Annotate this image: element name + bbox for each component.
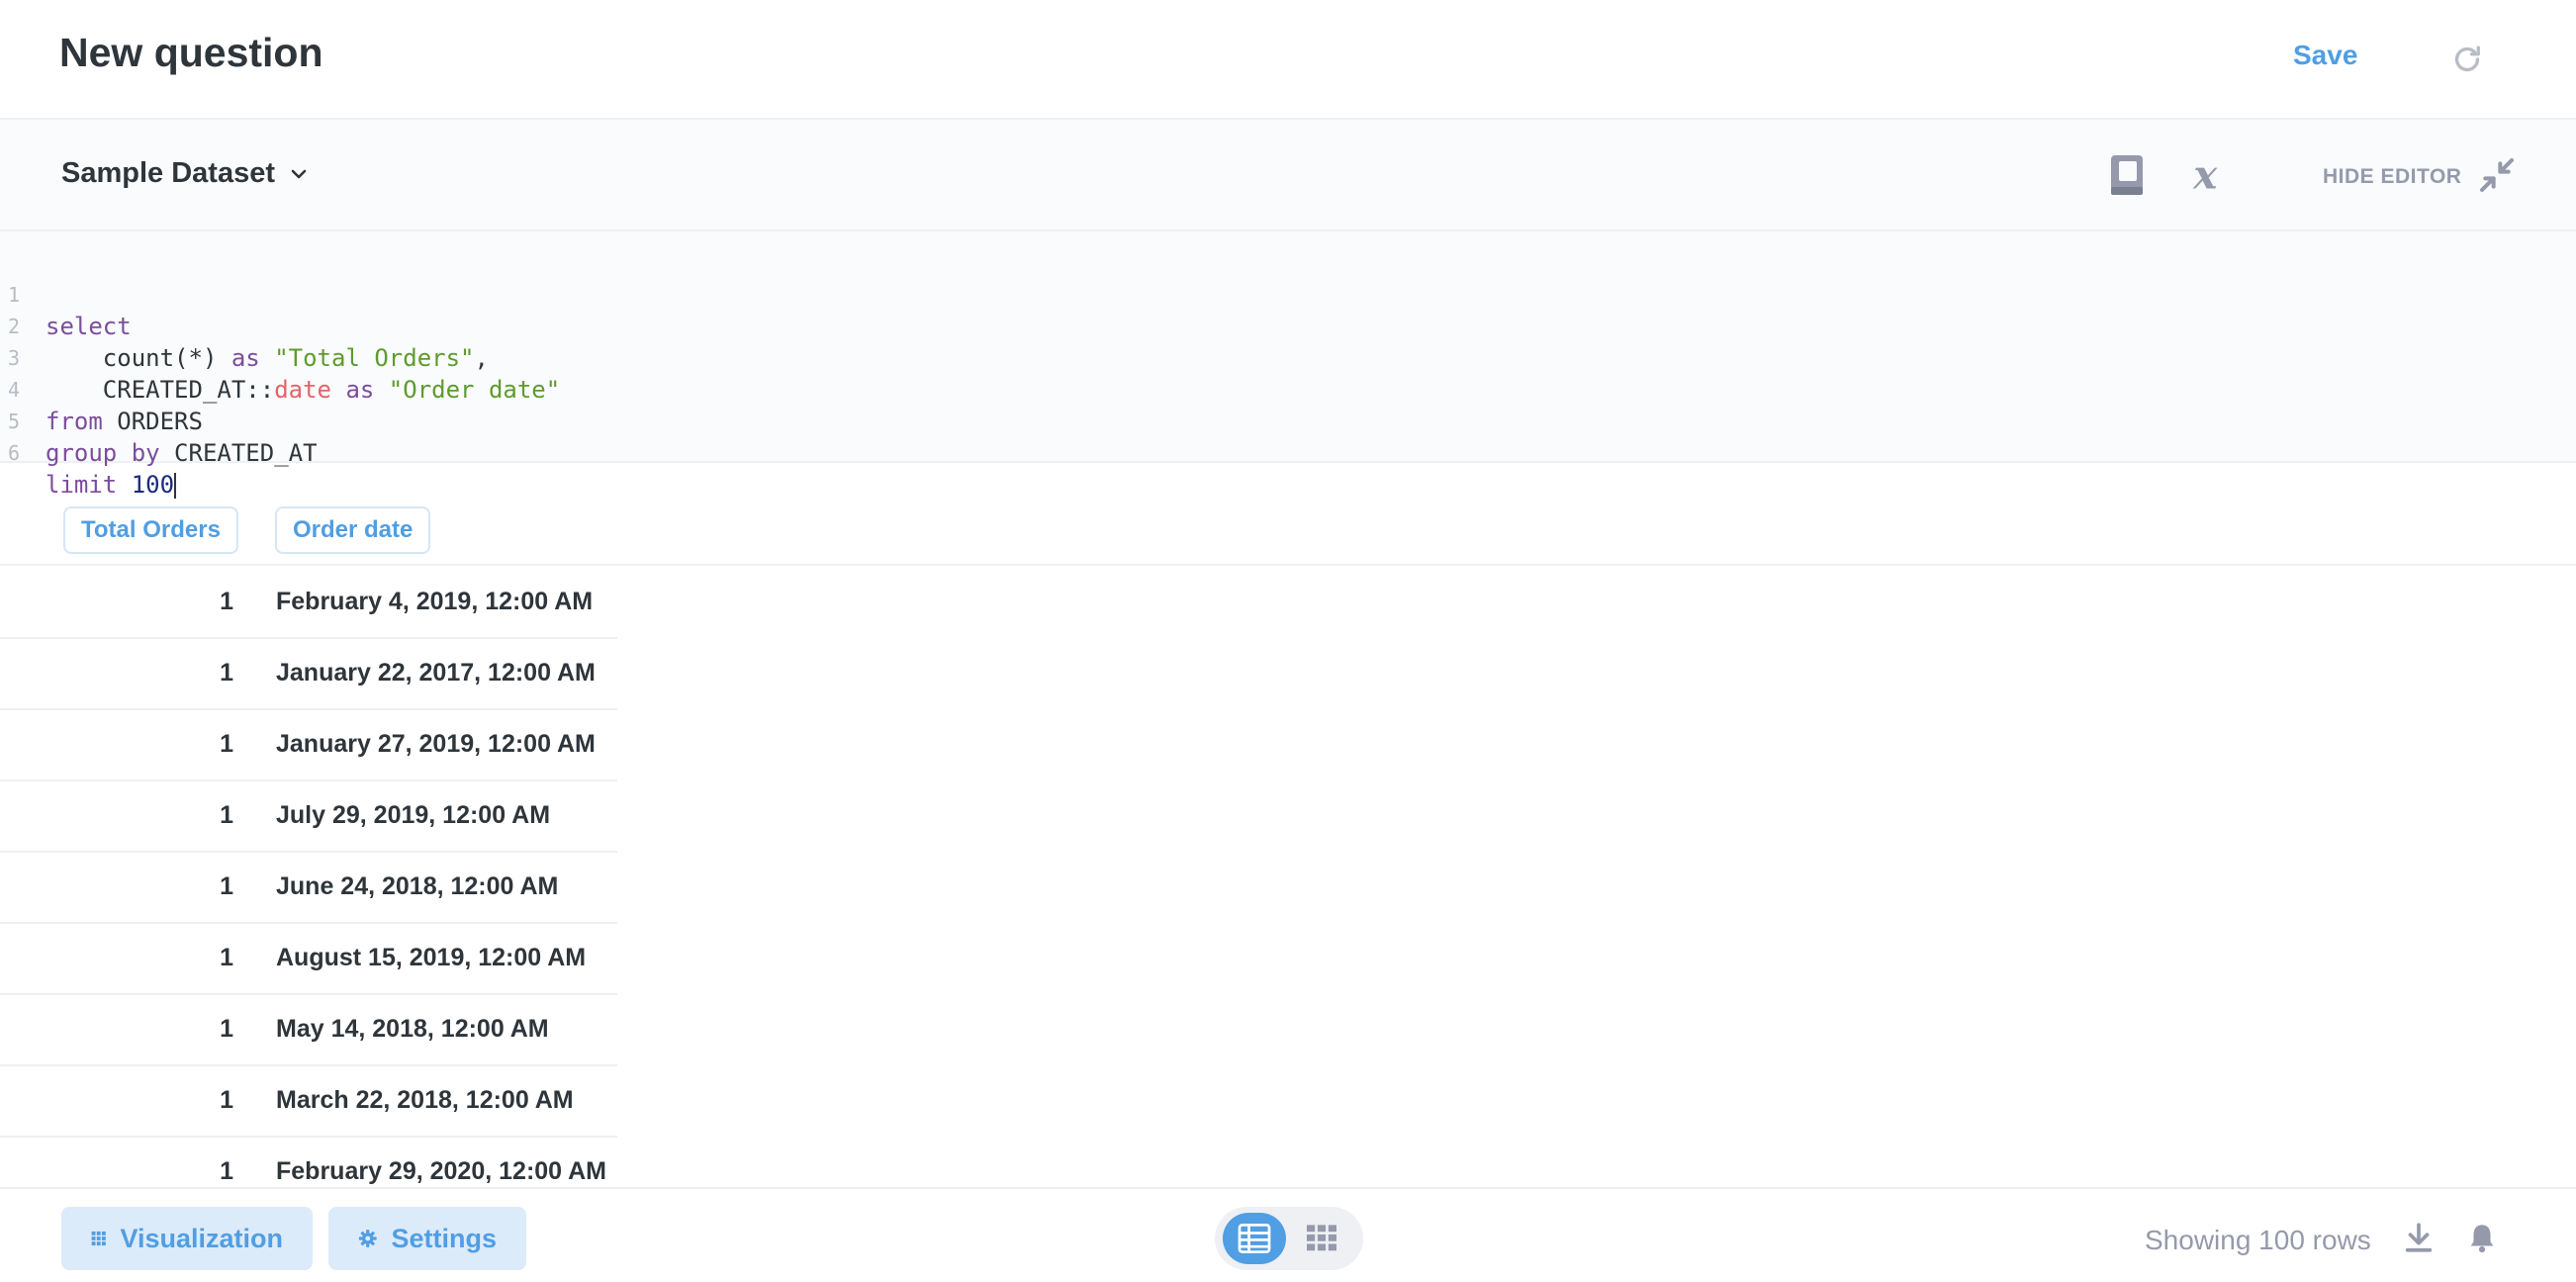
- database-picker[interactable]: Sample Dataset: [61, 157, 309, 190]
- sql-editor[interactable]: 1 select 2 count(*) as "Total Orders", 3…: [0, 231, 2576, 499]
- gear-icon: [358, 1230, 377, 1247]
- settings-label: Settings: [391, 1223, 497, 1253]
- chart-view-toggle[interactable]: [1290, 1213, 1353, 1264]
- code-text: limit 100: [46, 471, 177, 499]
- bell-icon[interactable]: [2465, 1221, 2499, 1254]
- cell-order-date[interactable]: May 14, 2018, 12:00 AM: [276, 1015, 549, 1044]
- svg-text:x: x: [2192, 155, 2218, 195]
- table-row: 1 May 14, 2018, 12:00 AM: [0, 995, 617, 1066]
- code-line: 1 select: [0, 247, 132, 340]
- table-row: 1 August 15, 2019, 12:00 AM: [0, 924, 617, 995]
- code-text: select: [46, 313, 132, 340]
- code-text: count(*) as "Total Orders",: [46, 344, 489, 372]
- cell-total-orders[interactable]: 1: [220, 872, 233, 901]
- cell-order-date[interactable]: March 22, 2018, 12:00 AM: [276, 1086, 574, 1115]
- table-row: 1 January 22, 2017, 12:00 AM: [0, 639, 617, 710]
- reference-book-icon[interactable]: [2107, 153, 2147, 197]
- table-icon: [1238, 1224, 1271, 1253]
- settings-button[interactable]: Settings: [328, 1207, 526, 1270]
- cell-order-date[interactable]: June 24, 2018, 12:00 AM: [276, 872, 558, 901]
- table-row: 1 February 4, 2019, 12:00 AM: [0, 568, 617, 639]
- code-line: 6 limit 100: [0, 406, 177, 499]
- code-line: 5 group by CREATED_AT: [0, 374, 318, 467]
- contract-icon[interactable]: [2477, 155, 2517, 195]
- cell-order-date[interactable]: July 29, 2019, 12:00 AM: [276, 801, 550, 830]
- cell-order-date[interactable]: February 4, 2019, 12:00 AM: [276, 588, 593, 616]
- visualization-button[interactable]: Visualization: [61, 1207, 313, 1270]
- cell-total-orders[interactable]: 1: [220, 588, 233, 616]
- cell-order-date[interactable]: August 15, 2019, 12:00 AM: [276, 944, 586, 972]
- chevron-down-icon: [291, 169, 307, 178]
- table-row: 1 March 22, 2018, 12:00 AM: [0, 1066, 617, 1138]
- cell-total-orders[interactable]: 1: [220, 1086, 233, 1115]
- refresh-icon[interactable]: [2449, 42, 2485, 77]
- cell-total-orders[interactable]: 1: [220, 1157, 233, 1186]
- download-icon[interactable]: [2402, 1221, 2436, 1254]
- table-row: 1 January 27, 2019, 12:00 AM: [0, 710, 617, 781]
- divider: [0, 564, 2576, 566]
- table-row: 1 June 24, 2018, 12:00 AM: [0, 853, 617, 924]
- code-line: 4 from ORDERS: [0, 342, 203, 435]
- line-number: 6: [8, 441, 21, 465]
- code-text: CREATED_AT::date as "Order date": [46, 376, 561, 404]
- database-picker-label: Sample Dataset: [61, 157, 275, 189]
- hide-editor-button[interactable]: HIDE EDITOR: [2323, 165, 2461, 189]
- page-title: New question: [59, 30, 323, 75]
- cell-total-orders[interactable]: 1: [220, 801, 233, 830]
- cell-order-date[interactable]: February 29, 2020, 12:00 AM: [276, 1157, 606, 1186]
- footer: Visualization Settings Showing 100 rows: [0, 1187, 2576, 1282]
- visualization-label: Visualization: [120, 1223, 283, 1253]
- grid-icon: [91, 1231, 106, 1246]
- code-line: 2 count(*) as "Total Orders",: [0, 279, 489, 372]
- header: New question Save: [0, 0, 2576, 120]
- view-toggle: [1215, 1207, 1363, 1270]
- editor-toolbar: Sample Dataset x HIDE EDITOR: [0, 120, 2576, 231]
- code-line: 3 CREATED_AT::date as "Order date": [0, 311, 560, 404]
- code-text: from ORDERS: [46, 408, 203, 435]
- cell-total-orders[interactable]: 1: [220, 659, 233, 687]
- column-header-total-orders[interactable]: Total Orders: [63, 506, 238, 554]
- save-button[interactable]: Save: [2293, 40, 2357, 71]
- cell-total-orders[interactable]: 1: [220, 730, 233, 759]
- table-view-toggle[interactable]: [1223, 1213, 1286, 1264]
- cell-order-date[interactable]: January 27, 2019, 12:00 AM: [276, 730, 596, 759]
- grid-icon: [1307, 1225, 1336, 1251]
- table-row: 1 July 29, 2019, 12:00 AM: [0, 781, 617, 853]
- variable-icon[interactable]: x: [2190, 155, 2230, 195]
- cell-order-date[interactable]: January 22, 2017, 12:00 AM: [276, 659, 596, 687]
- cell-total-orders[interactable]: 1: [220, 1015, 233, 1044]
- code-text: group by CREATED_AT: [46, 439, 318, 467]
- column-header-order-date[interactable]: Order date: [275, 506, 431, 554]
- cell-total-orders[interactable]: 1: [220, 944, 233, 972]
- row-count: Showing 100 rows: [2145, 1225, 2371, 1255]
